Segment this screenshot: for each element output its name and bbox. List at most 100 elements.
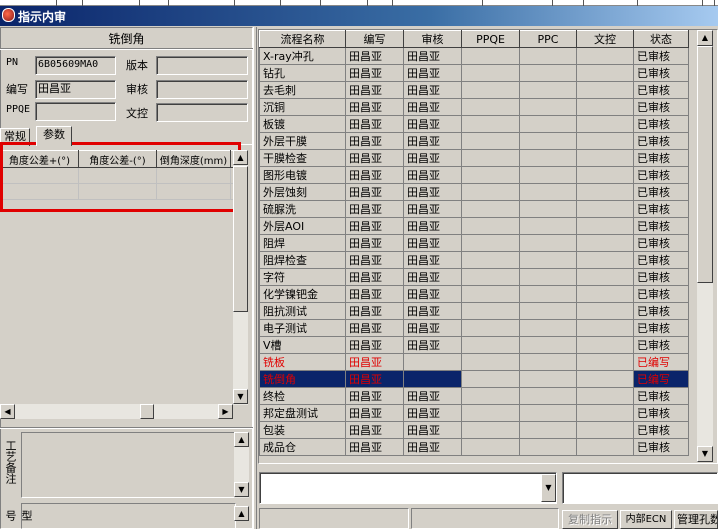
status-cell[interactable]: 已审核 xyxy=(633,302,689,320)
process-name-cell[interactable]: 图形电镀 xyxy=(259,166,346,184)
flow-row[interactable]: 板镀 田昌亚 田昌亚 已审核 xyxy=(259,115,689,133)
doc-control-cell[interactable] xyxy=(576,336,634,354)
writer-cell[interactable]: 田昌亚 xyxy=(345,98,404,116)
reviewer-cell[interactable]: 田昌亚 xyxy=(403,285,462,303)
reviewer-cell[interactable]: 田昌亚 xyxy=(403,251,462,269)
doc-control-cell[interactable] xyxy=(576,98,634,116)
doc-control-cell[interactable] xyxy=(576,353,634,371)
flow-row[interactable]: 干膜检查 田昌亚 田昌亚 已审核 xyxy=(259,149,689,167)
reviewer-cell[interactable]: 田昌亚 xyxy=(403,268,462,286)
doc-control-cell[interactable] xyxy=(576,285,634,303)
model-scroll-up[interactable]: ▲ xyxy=(234,506,249,521)
doc-control-cell[interactable] xyxy=(576,387,634,405)
status-cell[interactable]: 已审核 xyxy=(633,421,689,439)
remarks-scroll-up[interactable]: ▲ xyxy=(234,432,249,447)
process-name-cell[interactable]: 终检 xyxy=(259,387,346,405)
flow-row[interactable]: 成品仓 田昌亚 田昌亚 已审核 xyxy=(259,438,689,456)
process-name-cell[interactable]: 外层AOI xyxy=(259,217,346,235)
ppc-cell[interactable] xyxy=(519,47,577,65)
reviewer-cell[interactable]: 田昌亚 xyxy=(403,81,462,99)
process-name-cell[interactable]: 外层蚀刻 xyxy=(259,183,346,201)
reviewer-cell[interactable]: 田昌亚 xyxy=(403,302,462,320)
process-name-cell[interactable]: 阻焊 xyxy=(259,234,346,252)
ppc-cell[interactable] xyxy=(519,115,577,133)
doc-control-cell[interactable] xyxy=(576,421,634,439)
flow-row[interactable]: 去毛刺 田昌亚 田昌亚 已审核 xyxy=(259,81,689,99)
reviewer-cell[interactable]: 田昌亚 xyxy=(403,421,462,439)
writer-cell[interactable]: 田昌亚 xyxy=(345,166,404,184)
flow-row[interactable]: 图形电镀 田昌亚 田昌亚 已审核 xyxy=(259,166,689,184)
version-field[interactable] xyxy=(156,56,248,75)
ppqe-cell[interactable] xyxy=(461,387,520,405)
doc-control-cell[interactable] xyxy=(576,47,634,65)
ppc-cell[interactable] xyxy=(519,302,577,320)
reviewer-cell[interactable]: 田昌亚 xyxy=(403,200,462,218)
writer-cell[interactable]: 田昌亚 xyxy=(345,217,404,235)
flow-row[interactable]: 外层AOI 田昌亚 田昌亚 已审核 xyxy=(259,217,689,235)
ppqe-cell[interactable] xyxy=(461,438,520,456)
manage-holes-button[interactable]: 管理孔数 xyxy=(674,510,718,529)
param-hscroll-track[interactable] xyxy=(0,404,233,419)
reviewer-cell[interactable] xyxy=(403,370,462,388)
param-scroll-left[interactable]: ◀ xyxy=(0,404,15,419)
flow-row[interactable]: 铣板 田昌亚 已编写 xyxy=(259,353,689,371)
tab-params[interactable]: 参数 xyxy=(36,126,72,146)
status-cell[interactable]: 已编写 xyxy=(633,353,689,371)
remarks-scroll-down[interactable]: ▼ xyxy=(234,482,249,497)
col-process-name[interactable]: 流程名称 xyxy=(259,30,346,48)
status-cell[interactable]: 已审核 xyxy=(633,268,689,286)
writer-field[interactable]: 田昌亚 xyxy=(35,80,116,99)
ppc-cell[interactable] xyxy=(519,353,577,371)
flow-row[interactable]: 阻焊 田昌亚 田昌亚 已审核 xyxy=(259,234,689,252)
status-cell[interactable]: 已审核 xyxy=(633,98,689,116)
ppqe-cell[interactable] xyxy=(461,132,520,150)
reviewer-cell[interactable]: 田昌亚 xyxy=(403,404,462,422)
flow-row[interactable]: 钻孔 田昌亚 田昌亚 已审核 xyxy=(259,64,689,82)
writer-cell[interactable]: 田昌亚 xyxy=(345,251,404,269)
col-status[interactable]: 状态 xyxy=(633,30,689,48)
status-cell[interactable]: 已审核 xyxy=(633,217,689,235)
flow-row[interactable]: 硫脲洗 田昌亚 田昌亚 已审核 xyxy=(259,200,689,218)
ppqe-cell[interactable] xyxy=(461,47,520,65)
flow-row[interactable]: 外层干膜 田昌亚 田昌亚 已审核 xyxy=(259,132,689,150)
doc-control-cell[interactable] xyxy=(576,268,634,286)
reviewer-cell[interactable]: 田昌亚 xyxy=(403,98,462,116)
process-name-cell[interactable]: 成品仓 xyxy=(259,438,346,456)
param-scroll-right[interactable]: ▶ xyxy=(218,404,233,419)
doc-control-cell[interactable] xyxy=(576,319,634,337)
ppc-cell[interactable] xyxy=(519,98,577,116)
flow-row[interactable]: 外层蚀刻 田昌亚 田昌亚 已审核 xyxy=(259,183,689,201)
ppqe-cell[interactable] xyxy=(461,421,520,439)
ppqe-cell[interactable] xyxy=(461,81,520,99)
doc-control-cell[interactable] xyxy=(576,81,634,99)
flow-scroll-down[interactable]: ▼ xyxy=(697,446,713,462)
writer-cell[interactable]: 田昌亚 xyxy=(345,353,404,371)
process-name-cell[interactable]: 板镀 xyxy=(259,115,346,133)
col-ppc[interactable]: PPC xyxy=(519,30,577,48)
process-name-cell[interactable]: 电子测试 xyxy=(259,319,346,337)
process-name-cell[interactable]: 阻抗测试 xyxy=(259,302,346,320)
doc-control-cell[interactable] xyxy=(576,217,634,235)
process-name-cell[interactable]: 去毛刺 xyxy=(259,81,346,99)
process-name-cell[interactable]: V槽 xyxy=(259,336,346,354)
status-cell[interactable]: 已审核 xyxy=(633,336,689,354)
flow-row[interactable]: 化学镍钯金 田昌亚 田昌亚 已审核 xyxy=(259,285,689,303)
ppc-cell[interactable] xyxy=(519,200,577,218)
status-cell[interactable]: 已审核 xyxy=(633,387,689,405)
ppqe-cell[interactable] xyxy=(461,353,520,371)
process-name-cell[interactable]: 字符 xyxy=(259,268,346,286)
ppc-cell[interactable] xyxy=(519,370,577,388)
status-cell[interactable]: 已审核 xyxy=(633,47,689,65)
doc-control-cell[interactable] xyxy=(576,251,634,269)
ppqe-cell[interactable] xyxy=(461,285,520,303)
doc-control-cell[interactable] xyxy=(576,115,634,133)
ppc-cell[interactable] xyxy=(519,404,577,422)
writer-cell[interactable]: 田昌亚 xyxy=(345,336,404,354)
status-cell[interactable]: 已审核 xyxy=(633,234,689,252)
flow-row[interactable]: 邦定盘测试 田昌亚 田昌亚 已审核 xyxy=(259,404,689,422)
ppc-cell[interactable] xyxy=(519,421,577,439)
status-cell[interactable]: 已审核 xyxy=(633,166,689,184)
process-name-cell[interactable]: 铣板 xyxy=(259,353,346,371)
doc-control-cell[interactable] xyxy=(576,200,634,218)
status-cell[interactable]: 已编写 xyxy=(633,370,689,388)
